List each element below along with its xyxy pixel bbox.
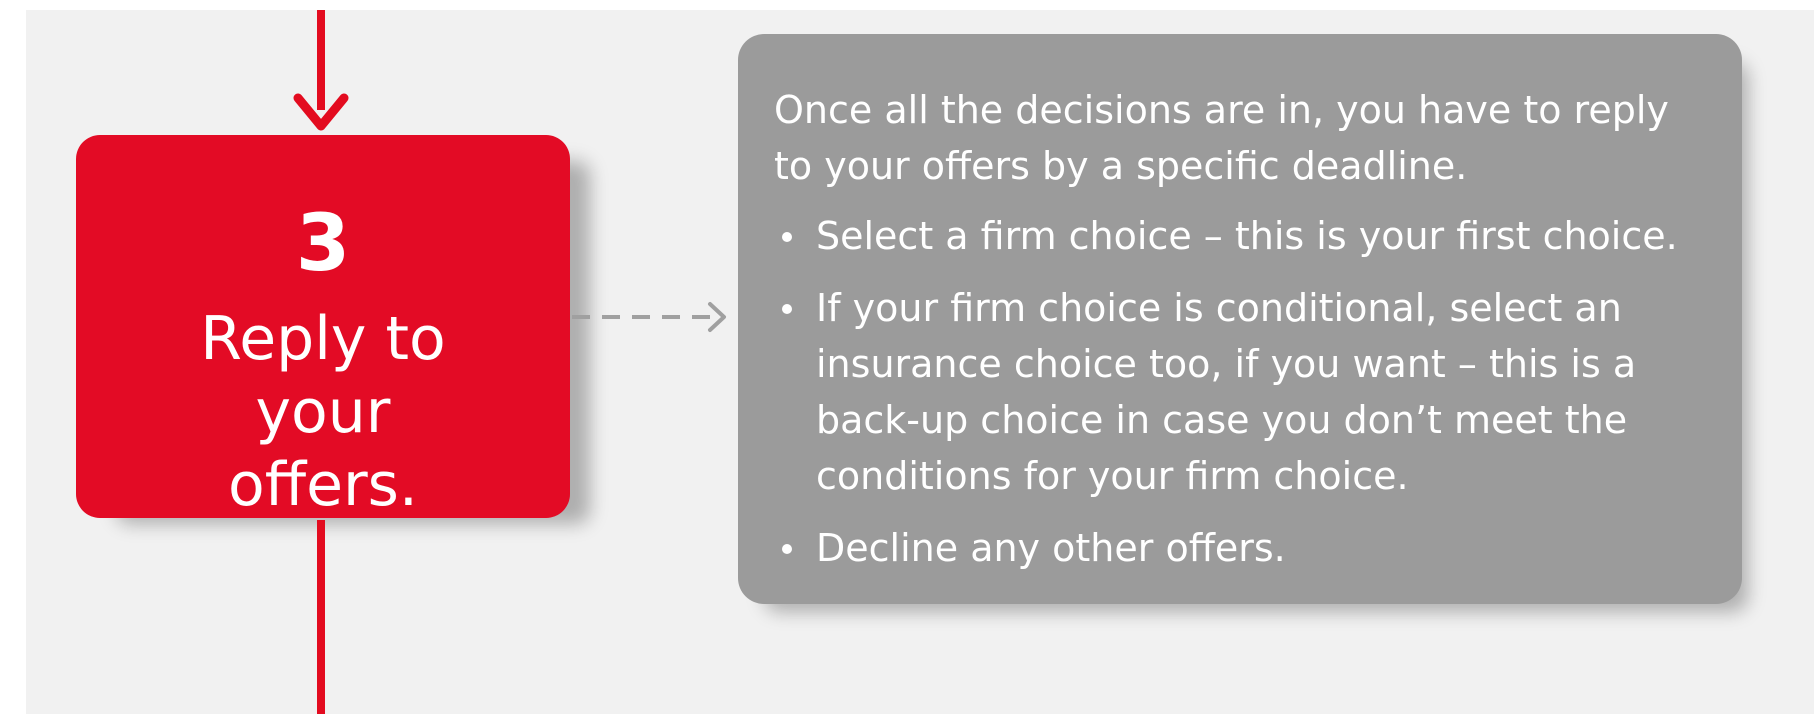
step-title: Reply to your offers.	[200, 304, 446, 521]
list-item: Select a firm choice – this is your firs…	[774, 208, 1712, 264]
bullet-icon	[782, 232, 792, 242]
bullet-text: Decline any other offers.	[816, 526, 1286, 570]
list-item: If your firm choice is conditional, sele…	[774, 280, 1712, 504]
bullet-icon	[782, 544, 792, 554]
list-item: Decline any other offers.	[774, 520, 1712, 576]
step-number: 3	[295, 199, 351, 289]
bullet-text: Select a firm choice – this is your firs…	[816, 214, 1678, 258]
flow-line-bottom	[317, 520, 325, 714]
bullet-text: If your firm choice is conditional, sele…	[816, 286, 1637, 498]
info-box: Once all the decisions are in, you have …	[738, 34, 1742, 604]
step-box: 3 Reply to your offers.	[76, 135, 570, 520]
bullet-icon	[782, 304, 792, 314]
arrow-down-icon	[293, 93, 349, 131]
info-bullet-list: Select a firm choice – this is your firs…	[774, 208, 1712, 576]
info-intro: Once all the decisions are in, you have …	[774, 88, 1669, 188]
dashed-arrow-right-icon	[572, 302, 726, 332]
